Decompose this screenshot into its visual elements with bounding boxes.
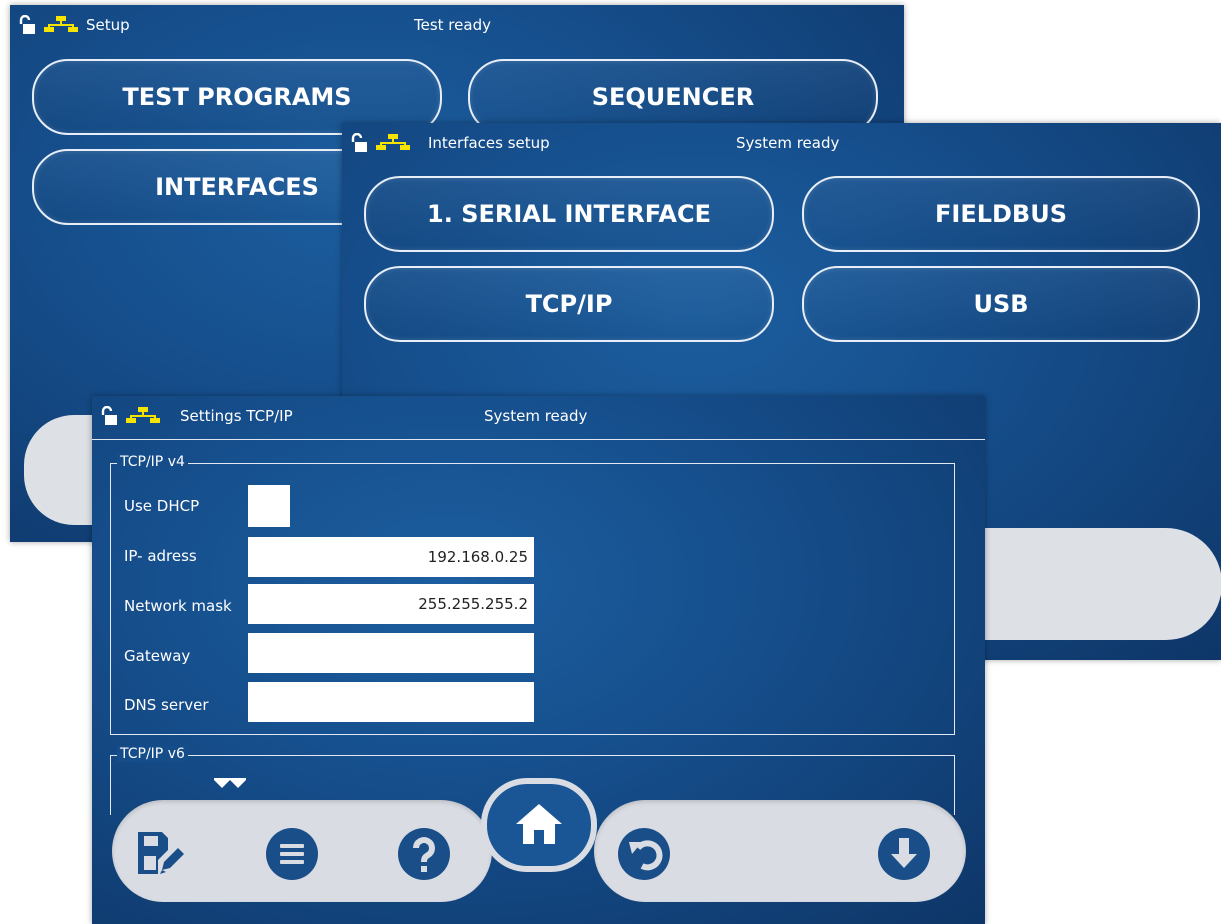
unlocked-padlock-icon — [351, 133, 367, 152]
tcpip-settings-screen: Settings TCP/IP System ready TCP/IP v4 U… — [92, 396, 985, 924]
usb-button[interactable]: USB — [802, 266, 1200, 342]
use-dhcp-checkbox[interactable] — [248, 485, 290, 527]
group-label: TCP/IP v6 — [117, 746, 188, 762]
dns-server-field[interactable] — [248, 682, 534, 722]
scroll-down-icon[interactable] — [878, 828, 930, 880]
interfaces-titlebar: Interfaces setup System ready — [342, 123, 1221, 163]
network-mask-label: Network mask — [124, 597, 232, 615]
bottom-toolbar — [92, 780, 985, 924]
network-icon — [44, 16, 78, 32]
network-icon — [126, 407, 160, 423]
network-icon — [376, 134, 410, 150]
help-icon[interactable] — [398, 828, 450, 880]
unlocked-padlock-icon — [19, 15, 35, 34]
gateway-label: Gateway — [124, 647, 191, 665]
network-mask-field[interactable]: 255.255.255.2 — [248, 584, 534, 624]
fieldbus-button[interactable]: FIELDBUS — [802, 176, 1200, 252]
group-label: TCP/IP v4 — [117, 454, 188, 470]
status-text: System ready — [736, 134, 840, 152]
ip-address-field[interactable]: 192.168.0.25 — [248, 537, 534, 577]
undo-icon[interactable] — [618, 828, 670, 880]
screen-title: Setup — [86, 16, 130, 34]
gateway-field[interactable] — [248, 633, 534, 673]
serial-interface-button[interactable]: 1. SERIAL INTERFACE — [364, 176, 774, 252]
dns-server-label: DNS server — [124, 696, 209, 714]
home-icon[interactable] — [514, 802, 564, 846]
unlocked-padlock-icon — [101, 406, 117, 425]
screen-title: Interfaces setup — [428, 134, 550, 152]
tcpip-button[interactable]: TCP/IP — [364, 266, 774, 342]
use-dhcp-label: Use DHCP — [124, 497, 200, 515]
tcpip-titlebar: Settings TCP/IP System ready — [92, 396, 985, 440]
status-text: System ready — [484, 407, 588, 425]
ip-address-label: IP- adress — [124, 547, 197, 565]
save-edit-icon[interactable] — [136, 830, 186, 876]
setup-titlebar: Setup Test ready — [10, 5, 904, 45]
screen-title: Settings TCP/IP — [180, 407, 293, 425]
menu-icon[interactable] — [266, 828, 318, 880]
status-text: Test ready — [414, 16, 491, 34]
